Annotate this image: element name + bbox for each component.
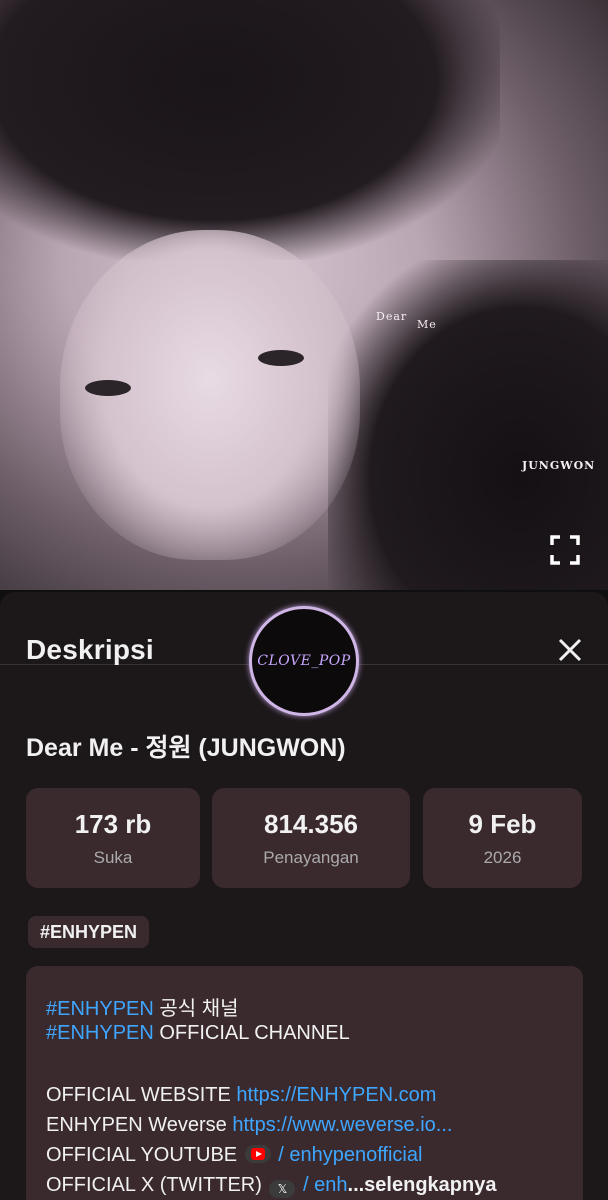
stat-date: 9 Feb 2026 [423, 788, 582, 888]
stat-value: 814.356 [264, 808, 358, 839]
x-link[interactable]: / enh [297, 1174, 348, 1196]
stat-value: 9 Feb [468, 808, 537, 839]
description-line: ENHYPEN Weverse https://www.weverse.io..… [46, 1114, 452, 1137]
watermark-logo-text: CLOVE_POP [257, 653, 351, 669]
stat-views: 814.356 Penayangan [212, 788, 410, 888]
fullscreen-icon [550, 535, 580, 565]
description-line: OFFICIAL YOUTUBE / enhypenofficial [46, 1144, 422, 1167]
description-text: OFFICIAL WEBSITE [46, 1084, 237, 1106]
show-more-button[interactable]: ...selengkapnya [348, 1174, 497, 1196]
hashtag-link[interactable]: #ENHYPEN [46, 1022, 154, 1044]
video-frame-eye [258, 350, 304, 366]
description-text: OFFICIAL CHANNEL [153, 1022, 350, 1044]
description-line: #ENHYPEN OFFICIAL CHANNEL [46, 1022, 350, 1045]
fullscreen-button[interactable] [542, 527, 588, 573]
hashtag-chip[interactable]: #ENHYPEN [28, 916, 150, 948]
watermark-logo: CLOVE_POP [249, 606, 359, 716]
video-player[interactable]: Dear Me JUNGWON [0, 0, 608, 590]
website-link[interactable]: https://ENHYPEN.com [236, 1084, 436, 1106]
description-line: OFFICIAL X (TWITTER) 𝕏 / enh...selengkap… [46, 1174, 496, 1198]
description-text: 공식 채널 [153, 998, 239, 1020]
description-line: #ENHYPEN 공식 채널 [46, 992, 239, 1021]
x-icon: 𝕏 [269, 1180, 296, 1198]
description-text: OFFICIAL YOUTUBE [46, 1144, 243, 1166]
description-box: #ENHYPEN 공식 채널 #ENHYPEN OFFICIAL CHANNEL… [26, 966, 583, 1200]
weverse-link[interactable]: https://www.weverse.io... [232, 1114, 452, 1136]
youtube-icon [244, 1145, 271, 1163]
stat-value: 173 rb [74, 808, 152, 839]
video-title: Dear Me - 정원 (JUNGWON) [26, 734, 346, 762]
stat-label: 2026 [483, 847, 522, 867]
video-overlay-dear: Dear [376, 310, 408, 323]
video-overlay-name: JUNGWON [522, 459, 596, 472]
video-overlay-me: Me [417, 318, 437, 331]
stat-likes: 173 rb Suka [26, 788, 200, 888]
description-text: ENHYPEN Weverse [46, 1114, 233, 1136]
video-frame-eye [85, 380, 131, 396]
description-sheet: Deskripsi CLOVE_POP Dear Me - 정원 (JUNGWO… [0, 592, 608, 1200]
close-icon [558, 638, 582, 662]
description-line: OFFICIAL WEBSITE https://ENHYPEN.com [46, 1084, 436, 1107]
stat-label: Penayangan [263, 847, 359, 867]
video-frame-hair [0, 0, 500, 260]
stat-label: Suka [93, 847, 133, 867]
close-button[interactable] [552, 632, 588, 668]
description-text: OFFICIAL X (TWITTER) [46, 1174, 268, 1196]
hashtag-link[interactable]: #ENHYPEN [46, 998, 154, 1020]
sheet-title: Deskripsi [26, 634, 154, 665]
youtube-link[interactable]: / enhypenofficial [273, 1144, 422, 1166]
